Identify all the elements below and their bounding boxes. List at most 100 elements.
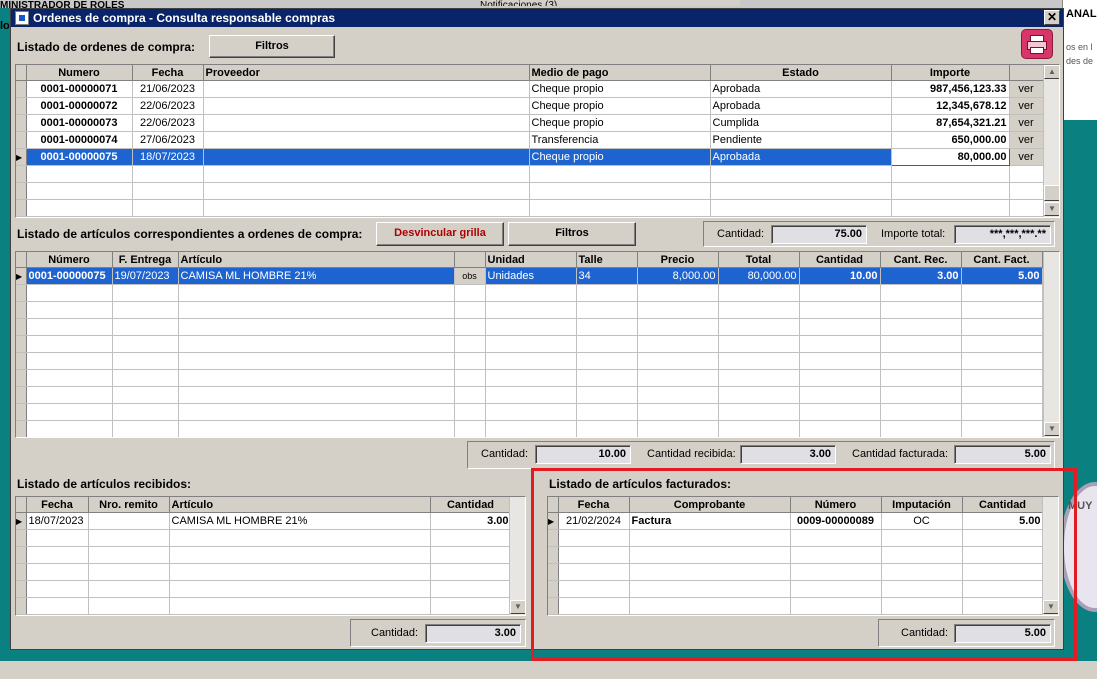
background-taskbar xyxy=(0,661,1097,679)
received-scrollbar[interactable]: ▼ xyxy=(509,497,525,615)
background-notifications[interactable]: Notificaciones (3) xyxy=(480,0,740,6)
table-row[interactable]: 0001-00000072 22/06/2023 Cheque propio A… xyxy=(16,97,1044,115)
row-indicator-arrow-icon: ▶ xyxy=(16,148,27,166)
close-button[interactable]: ✕ xyxy=(1044,10,1060,25)
observations-button[interactable]: obs xyxy=(454,267,486,285)
window-titlebar[interactable]: Ordenes de compra - Consulta responsable… xyxy=(11,9,1063,27)
order-amount: 650,000.00 xyxy=(891,131,1010,149)
article-total: 80,000.00 xyxy=(718,267,800,285)
received-section-label: Listado de artículos recibidos: xyxy=(17,477,192,491)
printer-icon-paper xyxy=(1030,47,1044,54)
order-payment: Transferencia xyxy=(529,131,711,149)
column-header[interactable]: Cantidad xyxy=(799,252,881,268)
print-button[interactable] xyxy=(1021,29,1053,59)
column-header[interactable]: Medio de pago xyxy=(529,65,711,81)
empty-row xyxy=(16,529,512,547)
header-indicator xyxy=(16,497,27,513)
order-amount[interactable]: 80,000.00 xyxy=(890,148,1010,166)
order-status: Aprobada xyxy=(710,80,892,98)
order-payment: Cheque propio xyxy=(529,97,711,115)
column-header[interactable]: Proveedor xyxy=(203,65,530,81)
view-order-button[interactable]: ver xyxy=(1009,131,1044,149)
background-right-title: ANAL I xyxy=(1066,8,1097,20)
column-header xyxy=(1009,65,1044,81)
scroll-thumb[interactable] xyxy=(1044,185,1059,201)
column-header[interactable]: Talle xyxy=(576,252,638,268)
column-header[interactable]: Nro. remito xyxy=(88,497,170,513)
scroll-down-icon[interactable]: ▼ xyxy=(1044,202,1059,216)
highlight-box xyxy=(531,468,1077,661)
column-header[interactable]: Estado xyxy=(710,65,892,81)
empty-row xyxy=(16,199,1044,217)
article-received-qty: 3.00 xyxy=(880,267,962,285)
table-row[interactable]: 0001-00000073 22/06/2023 Cheque propio C… xyxy=(16,114,1044,132)
row-indicator xyxy=(16,131,27,149)
column-header[interactable]: F. Entrega xyxy=(112,252,179,268)
unlink-grid-button[interactable]: Desvincular grilla xyxy=(376,222,504,246)
order-date: 22/06/2023 xyxy=(132,114,204,132)
order-number: 0001-00000072 xyxy=(26,97,133,115)
article-price: 8,000.00 xyxy=(637,267,719,285)
empty-row xyxy=(16,284,1043,302)
article-delivery-date: 19/07/2023 xyxy=(112,267,179,285)
empty-row xyxy=(16,546,512,564)
scroll-down-icon[interactable]: ▼ xyxy=(1044,422,1059,436)
articles-table: Número F. Entrega Artículo Unidad Talle … xyxy=(16,252,1043,437)
row-indicator xyxy=(16,80,27,98)
column-header[interactable]: Importe xyxy=(891,65,1010,81)
table-row-selected[interactable]: ▶ 0001-00000075 18/07/2023 Cheque propio… xyxy=(16,148,1044,166)
view-order-button[interactable]: ver xyxy=(1009,148,1044,166)
empty-row xyxy=(16,182,1044,200)
scroll-up-icon[interactable]: ▲ xyxy=(1044,65,1059,79)
order-provider xyxy=(203,80,530,98)
column-header[interactable]: Numero xyxy=(26,65,133,81)
articles-section-label: Listado de artículos correspondientes a … xyxy=(17,227,363,241)
table-row[interactable]: ▶ 18/07/2023 CAMISA ML HOMBRE 21% 3.00 xyxy=(16,512,512,530)
articles-grid: Número F. Entrega Artículo Unidad Talle … xyxy=(15,251,1060,438)
window-title: Ordenes de compra - Consulta responsable… xyxy=(33,11,336,25)
received-quantity-label: Cantidad: xyxy=(371,627,419,639)
column-header[interactable]: Fecha xyxy=(132,65,204,81)
column-header[interactable]: Cant. Rec. xyxy=(880,252,962,268)
order-amount: 987,456,123.33 xyxy=(891,80,1010,98)
orders-scrollbar[interactable]: ▲ ▼ xyxy=(1043,65,1059,217)
table-row-selected[interactable]: ▶ 0001-00000075 19/07/2023 CAMISA ML HOM… xyxy=(16,267,1043,285)
articles-quantity-field: 75.00 xyxy=(771,225,867,244)
empty-row xyxy=(16,318,1043,336)
view-order-button[interactable]: ver xyxy=(1009,114,1044,132)
column-header[interactable]: Unidad xyxy=(485,252,577,268)
orders-filters-button[interactable]: Filtros xyxy=(209,35,335,58)
header-indicator xyxy=(16,252,27,268)
footer-invoiced-label: Cantidad facturada: xyxy=(852,448,949,460)
empty-row xyxy=(16,301,1043,319)
column-header[interactable]: Total xyxy=(718,252,800,268)
column-header[interactable]: Número xyxy=(26,252,113,268)
header-indicator xyxy=(16,65,27,81)
column-header[interactable]: Cant. Fact. xyxy=(961,252,1043,268)
order-provider xyxy=(203,97,530,115)
articles-scrollbar[interactable]: ▼ xyxy=(1043,252,1059,437)
table-row[interactable]: 0001-00000071 21/06/2023 Cheque propio A… xyxy=(16,80,1044,98)
row-indicator-arrow-icon: ▶ xyxy=(16,267,27,285)
column-header[interactable]: Artículo xyxy=(178,252,455,268)
order-status: Aprobada xyxy=(710,148,892,166)
empty-row xyxy=(16,420,1043,437)
table-row[interactable]: 0001-00000074 27/06/2023 Transferencia P… xyxy=(16,131,1044,149)
column-header[interactable]: Fecha xyxy=(26,497,89,513)
articles-total-field: ***,***,***.** xyxy=(954,225,1051,244)
articles-quantity-label: Cantidad: xyxy=(717,228,765,240)
scroll-down-icon[interactable]: ▼ xyxy=(510,600,525,614)
background-right-text-line: os en l xyxy=(1066,42,1093,52)
view-order-button[interactable]: ver xyxy=(1009,80,1044,98)
column-header[interactable]: Artículo xyxy=(169,497,431,513)
empty-row xyxy=(16,335,1043,353)
column-header[interactable]: Cantidad xyxy=(430,497,512,513)
order-payment: Cheque propio xyxy=(529,80,711,98)
column-header[interactable]: Precio xyxy=(637,252,719,268)
received-remito xyxy=(88,512,170,530)
order-payment: Cheque propio xyxy=(529,114,711,132)
articles-filters-button[interactable]: Filtros xyxy=(508,222,636,246)
articles-total-label: Importe total: xyxy=(881,228,946,240)
empty-row xyxy=(16,403,1043,421)
view-order-button[interactable]: ver xyxy=(1009,97,1044,115)
